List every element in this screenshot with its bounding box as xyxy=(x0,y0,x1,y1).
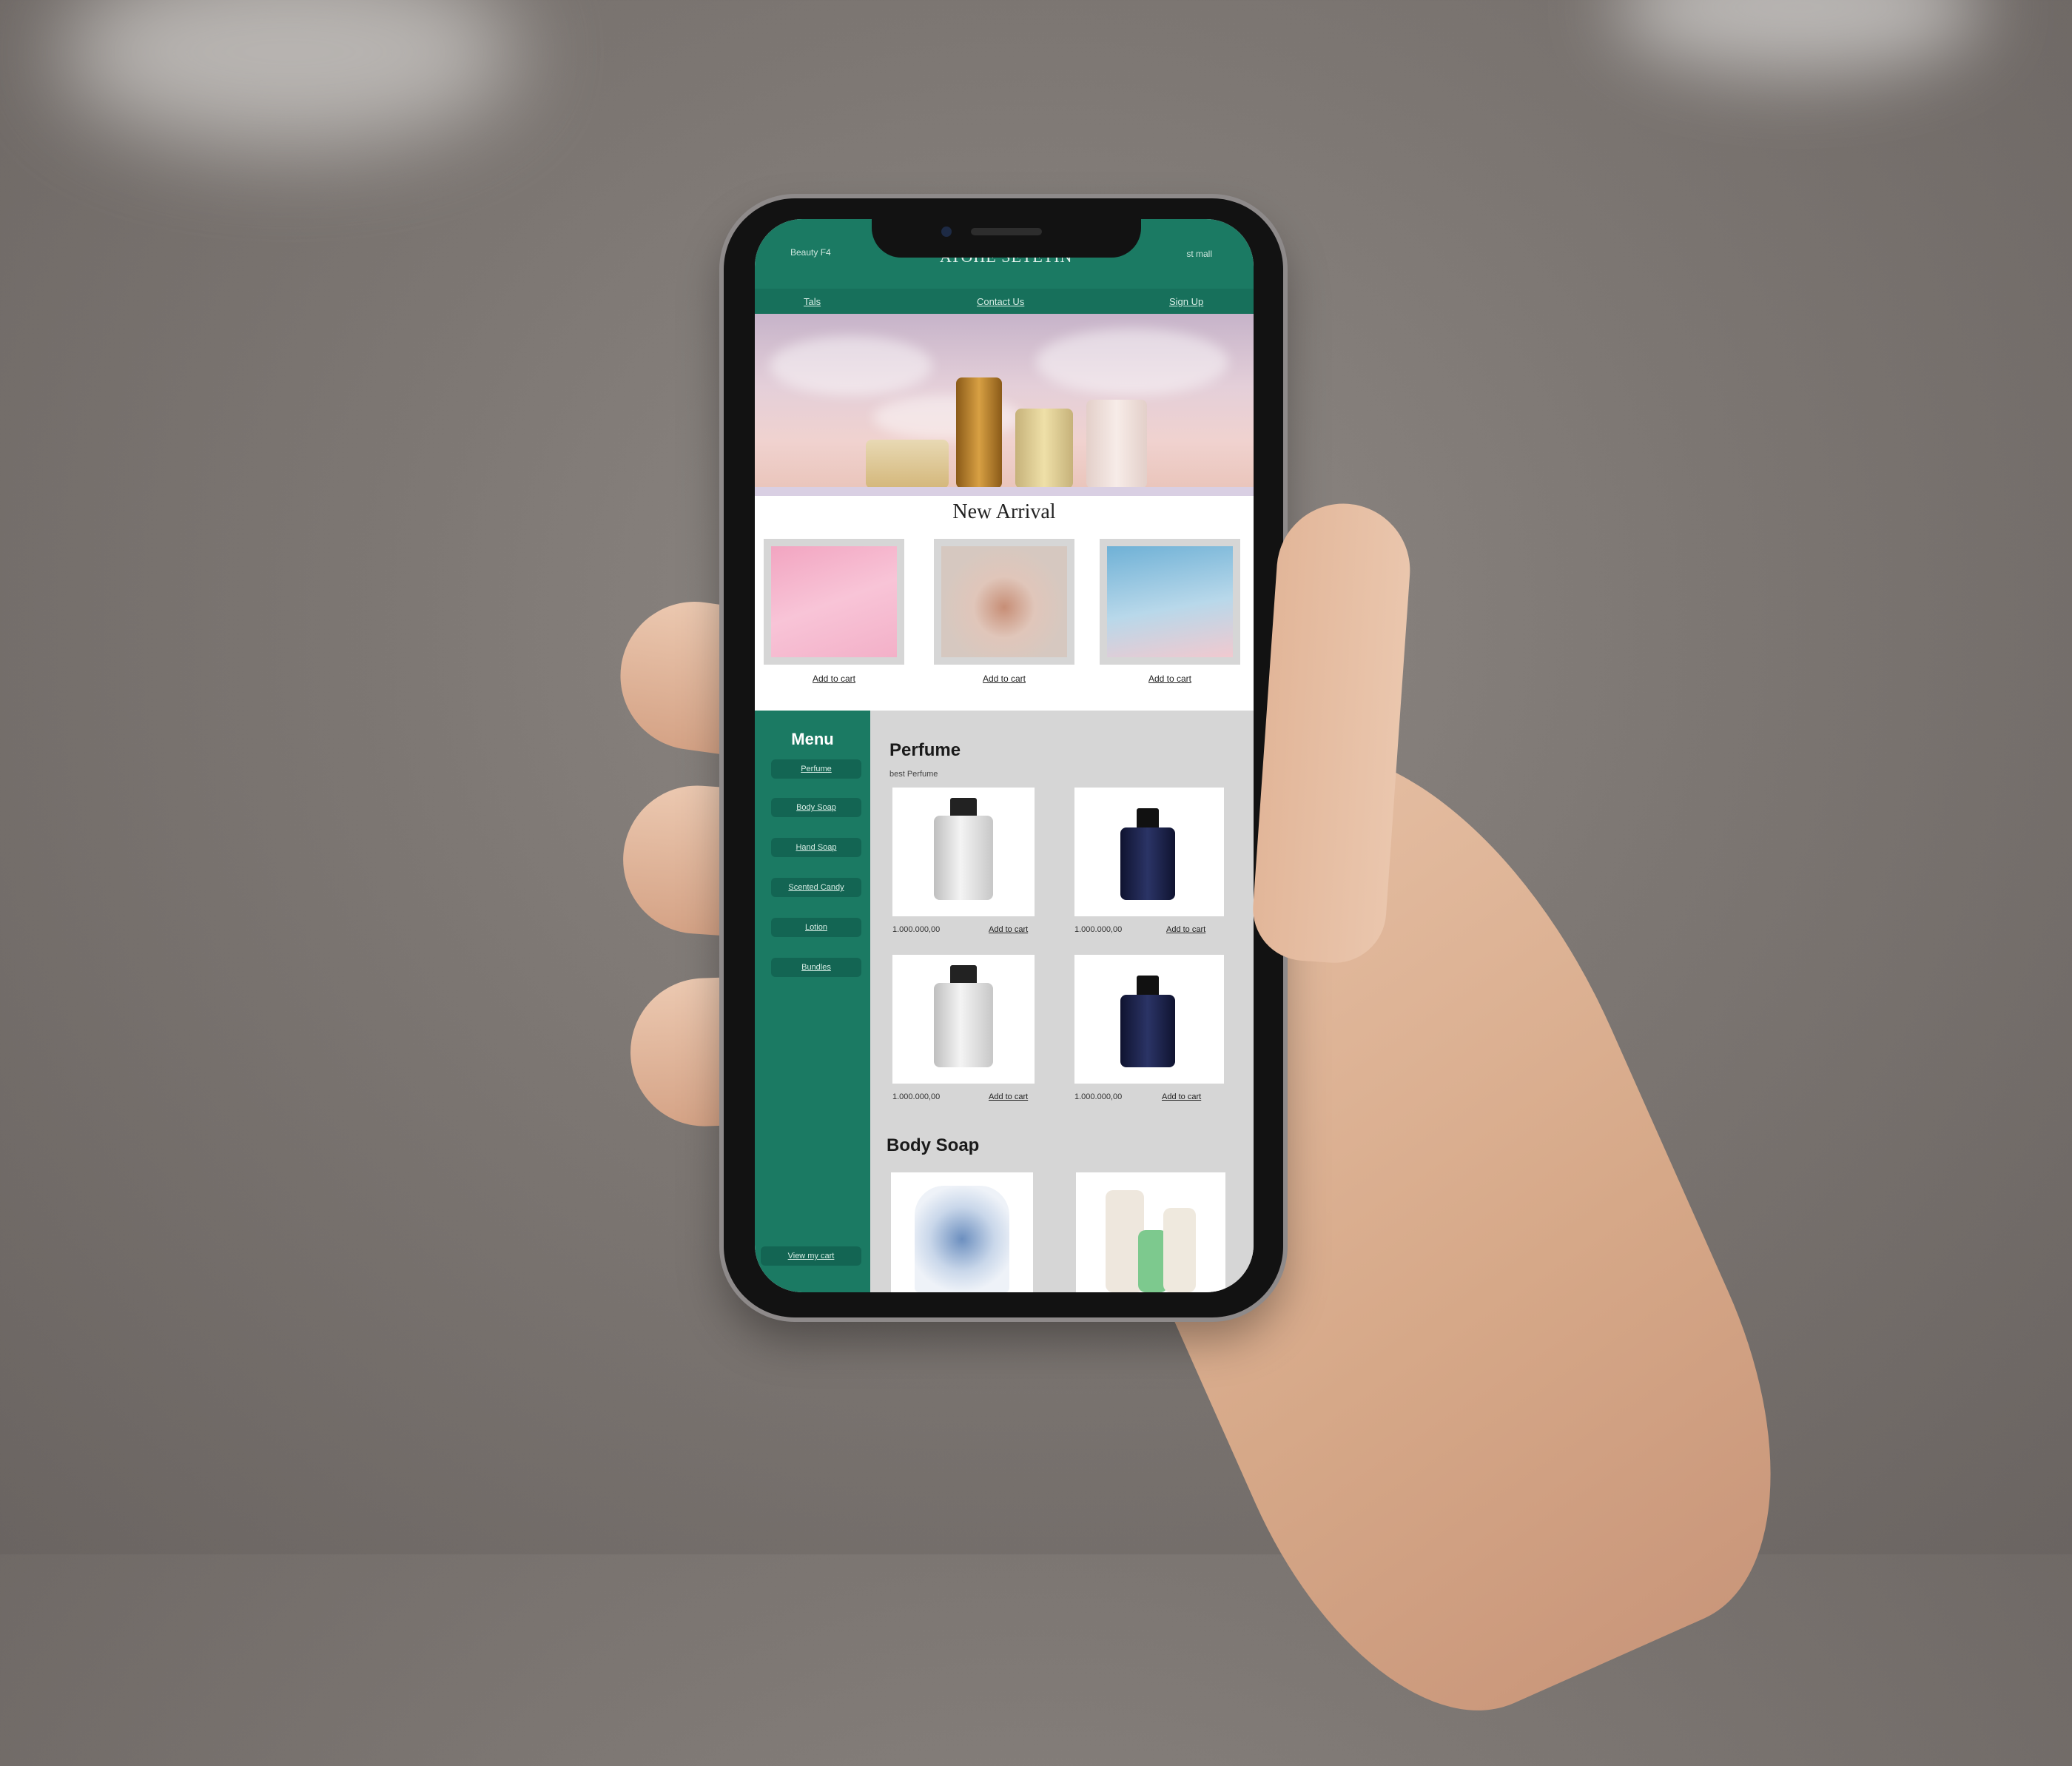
header-right-text: st mall xyxy=(1186,249,1212,259)
product-image xyxy=(1107,546,1233,657)
product-price: 1.000.000,00 xyxy=(892,1092,941,1101)
background-blur xyxy=(59,0,518,148)
menu-item-hand-soap[interactable]: Hand Soap xyxy=(771,838,861,857)
add-to-cart-link[interactable]: Add to cart xyxy=(1166,925,1205,934)
section-title-body-soap: Body Soap xyxy=(887,1135,980,1155)
new-arrival-card[interactable] xyxy=(764,539,904,665)
menu-item-body-soap[interactable]: Body Soap xyxy=(771,798,861,817)
menu-item-perfume[interactable]: Perfume xyxy=(771,759,861,779)
nav-link-tals[interactable]: Tals xyxy=(804,296,821,307)
new-arrival-card[interactable] xyxy=(1100,539,1240,665)
product-image xyxy=(771,546,897,657)
menu-item-bundles[interactable]: Bundles xyxy=(771,958,861,977)
product-card[interactable] xyxy=(891,1172,1033,1292)
section-title-perfume: Perfume xyxy=(889,740,961,760)
soap-bottle-image xyxy=(1163,1208,1196,1292)
header-left-text: Beauty F4 xyxy=(790,247,831,258)
new-arrival-title: New Arrival xyxy=(952,500,1056,523)
menu-title: Menu xyxy=(791,730,834,748)
product-card[interactable] xyxy=(1074,955,1224,1084)
background-blur xyxy=(1613,0,1983,74)
perfume-bottle-image xyxy=(934,816,993,900)
add-to-cart-link[interactable]: Add to cart xyxy=(1162,1092,1201,1101)
product-image xyxy=(941,546,1067,657)
soap-bottle-image xyxy=(915,1186,1009,1292)
perfume-bottle-image xyxy=(1120,995,1175,1067)
phone-notch xyxy=(872,215,1141,258)
perfume-bottle-image xyxy=(934,983,993,1067)
product-card[interactable] xyxy=(1076,1172,1225,1292)
phone-screen: Beauty F4 ATOHE SETETIN st mall Tals Con… xyxy=(755,219,1254,1292)
product-price: 1.000.000,00 xyxy=(1074,925,1123,934)
add-to-cart-link[interactable]: Add to cart xyxy=(1100,674,1240,684)
perfume-bottle-image xyxy=(956,377,1002,488)
perfume-bottle-image xyxy=(1015,409,1073,488)
perfume-bottle-image xyxy=(866,440,949,488)
menu-item-lotion[interactable]: Lotion xyxy=(771,918,861,937)
perfume-bottle-image xyxy=(1120,827,1175,900)
phone-camera xyxy=(941,226,952,237)
view-cart-button[interactable]: View my cart xyxy=(761,1246,861,1266)
new-arrival-card[interactable] xyxy=(934,539,1074,665)
product-content: Perfume best Perfume 1.000.000,00 Add to… xyxy=(870,711,1254,1292)
product-card[interactable] xyxy=(1074,788,1224,916)
section-subtitle-perfume: best Perfume xyxy=(889,770,938,779)
add-to-cart-link[interactable]: Add to cart xyxy=(764,674,904,684)
add-to-cart-link[interactable]: Add to cart xyxy=(934,674,1074,684)
phone-speaker xyxy=(971,228,1042,235)
hero-banner xyxy=(755,314,1254,496)
add-to-cart-link[interactable]: Add to cart xyxy=(989,1092,1028,1101)
nav-link-signup[interactable]: Sign Up xyxy=(1169,296,1203,307)
menu-item-scented-candy[interactable]: Scented Candy xyxy=(771,878,861,897)
product-price: 1.000.000,00 xyxy=(892,925,941,934)
perfume-bottle-image xyxy=(1086,400,1147,488)
product-card[interactable] xyxy=(892,788,1035,916)
add-to-cart-link[interactable]: Add to cart xyxy=(989,925,1028,934)
product-card[interactable] xyxy=(892,955,1035,1084)
nav-link-contact[interactable]: Contact Us xyxy=(977,296,1024,307)
menu-sidebar: Menu Perfume Body Soap Hand Soap Scented… xyxy=(755,711,870,1292)
product-price: 1.000.000,00 xyxy=(1074,1092,1123,1101)
top-nav: Tals Contact Us Sign Up xyxy=(755,289,1254,314)
